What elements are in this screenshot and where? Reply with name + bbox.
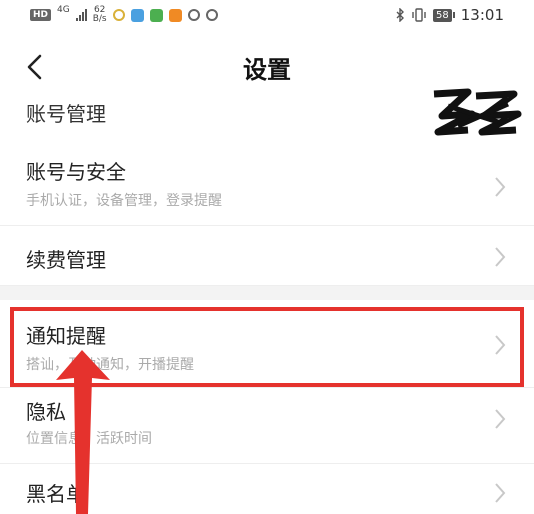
- row-title: 通知提醒: [26, 324, 106, 348]
- chevron-right-icon: [495, 177, 506, 197]
- signal-icon: [75, 9, 87, 21]
- battery-level: 58: [433, 8, 452, 22]
- battery-tip: [452, 12, 455, 18]
- hd-badge: HD: [30, 9, 52, 21]
- page-title: 设置: [243, 56, 291, 84]
- app-notify-icon: [149, 8, 163, 22]
- app-notify-icon: [205, 9, 218, 21]
- status-time: 13:01: [460, 6, 504, 24]
- app-notify-icon: [187, 9, 200, 21]
- settings-row-account-security[interactable]: 账号与安全 手机认证，设备管理，登录提醒: [0, 148, 534, 226]
- bluetooth-icon: [396, 8, 405, 22]
- row-subtitle: 搭讪，互动通知，开播提醒: [26, 357, 194, 373]
- app-notify-icon: [130, 8, 144, 22]
- chevron-right-icon: [495, 247, 506, 267]
- battery-icon: 58: [433, 8, 455, 22]
- app-notify-icon: [112, 9, 125, 21]
- app-notify-icon: [168, 8, 182, 22]
- settings-row-privacy[interactable]: 隐私 位置信息，活跃时间: [0, 388, 534, 464]
- vibrate-icon: [412, 8, 426, 22]
- chevron-right-icon: [495, 483, 506, 503]
- settings-row-notifications[interactable]: 通知提醒 搭讪，互动通知，开播提醒: [0, 300, 534, 388]
- row-title: 黑名单: [26, 482, 86, 506]
- header: 设置: [0, 40, 534, 92]
- row-subtitle: 位置信息，活跃时间: [26, 431, 152, 447]
- row-title: 续费管理: [26, 248, 106, 272]
- section-divider: [0, 286, 534, 300]
- network-type: 4G: [57, 5, 70, 15]
- chevron-right-icon: [495, 409, 506, 429]
- status-right: 58 13:01: [395, 6, 504, 24]
- settings-row-renewal[interactable]: 续费管理: [0, 226, 534, 286]
- section-label-account: 账号管理: [26, 102, 106, 126]
- speed-unit: B/s: [92, 14, 107, 24]
- row-title: 隐私: [26, 400, 66, 424]
- redaction-scribble: [433, 88, 522, 136]
- row-subtitle: 手机认证，设备管理，登录提醒: [26, 193, 222, 209]
- settings-row-blacklist[interactable]: 黑名单: [0, 464, 534, 514]
- status-left: HD 4G 62 B/s: [30, 5, 218, 24]
- chevron-right-icon: [495, 335, 506, 355]
- network-speed: 62 B/s: [93, 6, 107, 24]
- status-bar: HD 4G 62 B/s 58 13:01: [0, 0, 534, 30]
- settings-screen: HD 4G 62 B/s 58 13:01 设置 账号管理 账号与安全 手机认证…: [0, 0, 534, 514]
- row-title: 账号与安全: [26, 160, 126, 184]
